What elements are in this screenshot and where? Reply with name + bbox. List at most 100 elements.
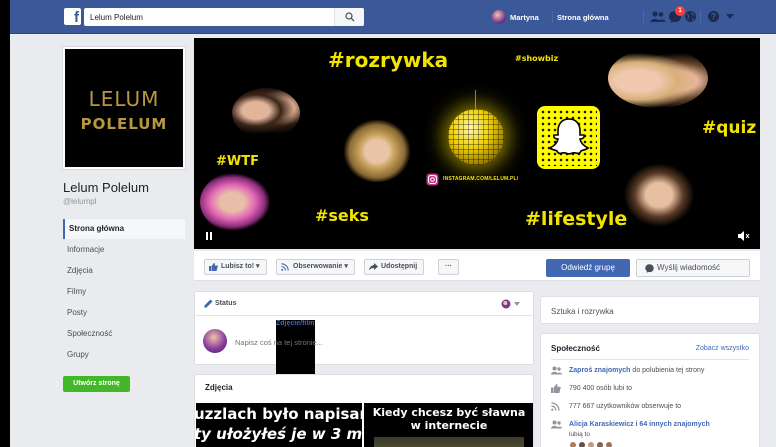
cover-photo-pink-hair xyxy=(200,172,272,232)
like-button[interactable]: Lubisz to! ▾ xyxy=(204,259,267,275)
cover-video[interactable]: #rozrywka #showbiz #quiz #WTF INSTAGRAM.… xyxy=(194,38,760,249)
logo-text-line2: POLELUM xyxy=(80,115,168,133)
hashtag-seks: #seks xyxy=(315,206,369,225)
post-composer: Status Zdjęcie/film xyxy=(194,291,534,380)
cover-photo-blonde xyxy=(342,118,412,182)
avatar xyxy=(203,329,227,353)
hashtag-wtf: #WTF xyxy=(216,154,259,169)
friends-like-text: lubią to xyxy=(569,431,590,438)
page-category[interactable]: Sztuka i rozrywka xyxy=(551,307,614,316)
tab-status[interactable]: Status xyxy=(204,299,236,308)
avatar xyxy=(605,441,613,447)
visit-group-button[interactable]: Odwiedź grupę xyxy=(546,259,630,277)
page-sidebar-nav: Strona główna Informacje Zdjęcia Filmy P… xyxy=(63,219,185,366)
facebook-logo-icon[interactable]: f xyxy=(64,8,81,25)
sidebar-item-groups[interactable]: Grupy xyxy=(63,345,185,365)
send-message-button[interactable]: Wyślij wiadomość xyxy=(636,259,750,277)
like-label: Lubisz to! xyxy=(221,263,255,270)
meme-caption-line2: ty ułożyłeś je w 3 mi xyxy=(196,425,362,443)
globe-icon[interactable] xyxy=(684,10,697,23)
rss-icon xyxy=(551,402,560,411)
create-page-button[interactable]: Utwórz stronę xyxy=(63,376,130,392)
mute-icon[interactable] xyxy=(738,231,750,241)
meme-image xyxy=(374,437,524,447)
friends-like-link[interactable]: Alicja Karaskiewicz i 64 innych znajomyc… xyxy=(569,421,710,428)
see-all-link[interactable]: Zobacz wszystko xyxy=(696,345,749,352)
instagram-link-text: INSTAGRAM.COM/LELUM.PL/ xyxy=(443,176,519,182)
sidebar-item-about[interactable]: Informacje xyxy=(63,240,185,260)
divider xyxy=(700,11,701,23)
sidebar-item-home[interactable]: Strona główna xyxy=(63,219,185,239)
home-link[interactable]: Strona główna xyxy=(557,13,609,22)
invite-text: do polubienia tej strony xyxy=(632,367,705,374)
hashtag-showbiz: #showbiz xyxy=(515,54,559,63)
avatar xyxy=(569,441,577,447)
category-box: Sztuka i rozrywka xyxy=(540,296,760,324)
send-message-label: Wyślij wiadomość xyxy=(657,263,721,272)
thumbs-up-icon xyxy=(551,384,561,393)
avatar xyxy=(587,441,595,447)
instagram-icon xyxy=(426,173,439,186)
photo-thumbnail-2[interactable]: Kiedy chcesz być sławna w internecie xyxy=(364,403,533,447)
hashtag-lifestyle: #lifestyle xyxy=(525,208,628,230)
sidebar-item-posts[interactable]: Posty xyxy=(63,303,185,323)
messenger-icon xyxy=(645,264,654,273)
share-label: Udostępnij xyxy=(381,263,418,270)
divider xyxy=(552,11,553,23)
hashtag-quiz: #quiz xyxy=(702,118,757,138)
friend-requests-icon[interactable] xyxy=(650,10,666,24)
cover-photo-couple xyxy=(232,88,300,138)
pencil-icon xyxy=(204,299,213,308)
follow-label: Obserwowanie xyxy=(293,263,343,270)
pause-icon[interactable] xyxy=(206,232,212,240)
search-button[interactable] xyxy=(334,8,364,26)
page-action-bar: Lubisz to! ▾ Obserwowanie ▾ Udostępnij ·… xyxy=(194,251,760,281)
page-profile-picture[interactable]: LELUM POLELUM xyxy=(63,47,185,169)
sidebar-item-community[interactable]: Społeczność xyxy=(63,324,185,344)
facebook-page: f Martyna Strona główna 1 ? xyxy=(10,0,776,447)
sidebar-item-videos[interactable]: Filmy xyxy=(63,282,185,302)
followers-count: 777 667 użytkowników obserwuje to xyxy=(569,403,682,410)
tab-photo-video[interactable]: Zdjęcie/film xyxy=(276,320,315,380)
friend-avatars[interactable] xyxy=(569,441,614,447)
share-button[interactable]: Udostępnij xyxy=(364,259,425,275)
rss-icon xyxy=(281,263,289,271)
cover-photo-woman-right xyxy=(620,160,698,230)
page-title: Lelum Polelum xyxy=(63,180,149,195)
search-icon xyxy=(345,12,355,22)
post-input[interactable] xyxy=(235,336,435,348)
meme-caption-line2: w internecie xyxy=(410,419,488,432)
divider xyxy=(551,359,749,360)
invite-friends-icon xyxy=(551,366,562,375)
community-box: Społeczność Zobacz wszystko Zaproś znajo… xyxy=(540,333,760,447)
photos-title[interactable]: Zdjęcia xyxy=(205,383,233,392)
search-input[interactable] xyxy=(90,11,330,23)
invite-friends-link[interactable]: Zaproś znajomych xyxy=(569,367,630,374)
svg-text:?: ? xyxy=(711,12,717,22)
sidebar-item-photos[interactable]: Zdjęcia xyxy=(63,261,185,281)
more-button[interactable]: ··· xyxy=(438,259,459,275)
disco-ball-image xyxy=(448,109,504,165)
thumbs-up-icon xyxy=(209,263,218,271)
avatar xyxy=(578,441,586,447)
disco-string xyxy=(475,90,476,110)
chevron-down-icon[interactable] xyxy=(726,14,734,19)
top-bar: f Martyna Strona główna 1 ? xyxy=(10,0,776,34)
logo-text-line1: LELUM xyxy=(88,87,160,111)
composer-tabs: Status Zdjęcie/film xyxy=(195,292,533,380)
community-title: Społeczność xyxy=(551,344,600,353)
follow-button[interactable]: Obserwowanie ▾ xyxy=(276,259,355,275)
post-as-selector[interactable] xyxy=(501,299,523,311)
photos-section: Zdjęcia uzzlach było napisan ty ułożyłeś… xyxy=(194,374,534,447)
cover-photo-couple-right xyxy=(608,48,708,108)
page-username[interactable]: @lelumpl xyxy=(63,197,96,206)
hashtag-rozrywka: #rozrywka xyxy=(328,48,449,72)
photo-thumbnail-1[interactable]: uzzlach było napisan ty ułożyłeś je w 3 … xyxy=(196,403,362,447)
avatar xyxy=(596,441,604,447)
snapchat-icon xyxy=(537,106,600,169)
share-icon xyxy=(369,263,378,271)
search-box xyxy=(84,8,364,26)
help-icon[interactable]: ? xyxy=(707,10,720,23)
meme-caption-line1: uzzlach było napisan xyxy=(196,405,362,423)
avatar xyxy=(492,10,506,24)
